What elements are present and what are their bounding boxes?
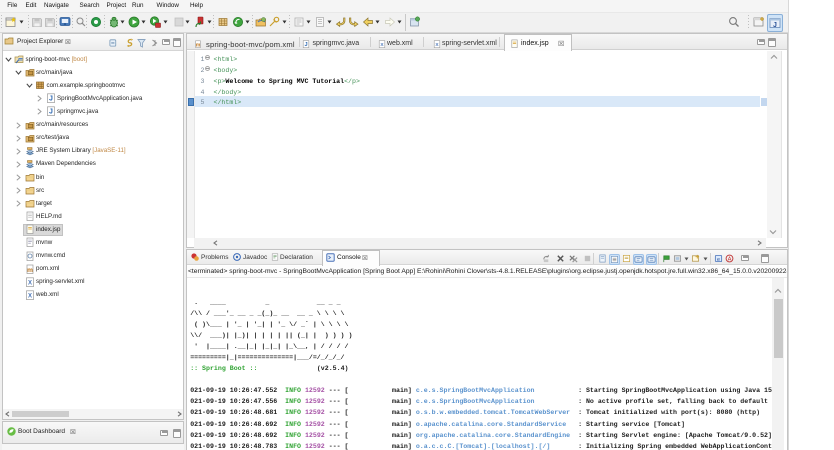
svg-text:X: X: [27, 293, 31, 299]
svg-text:m: m: [196, 42, 201, 48]
svg-text:J: J: [49, 109, 53, 116]
svg-text:X: X: [27, 280, 31, 286]
svg-text:m: m: [27, 267, 33, 274]
svg-text:J: J: [49, 96, 53, 103]
svg-text:e: e: [717, 257, 720, 263]
svg-text:J: J: [304, 42, 307, 48]
svg-text:A: A: [728, 257, 732, 263]
svg-text:J: J: [773, 22, 777, 29]
